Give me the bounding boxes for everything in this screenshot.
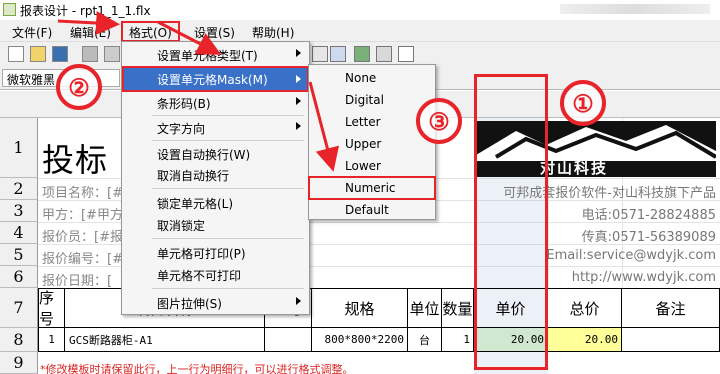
menu-item-unlock[interactable]: 取消锁定	[122, 214, 309, 235]
report-title: 投标	[42, 141, 109, 179]
menu-item-printable[interactable]: 单元格可打印(P)	[122, 242, 309, 263]
header-cell-qty[interactable]: 数量	[442, 288, 474, 328]
cell-qty[interactable]: 1	[442, 328, 474, 352]
menu-item-label: 设置单元格类型(T)	[157, 49, 258, 63]
menu-item-label: 图片拉伸(S)	[157, 297, 222, 311]
menu-settings[interactable]: 设置(S)	[190, 23, 239, 40]
format-menu-dropdown: 设置单元格类型(T) 设置单元格Mask(M) 条形码(B) 文字方向 设置自动…	[121, 41, 310, 315]
menu-item-not-printable[interactable]: 单元格不可打印	[122, 264, 309, 285]
annotation-marker-3: ③	[416, 98, 462, 144]
menu-item-label: 设置单元格Mask(M)	[157, 73, 268, 87]
annotation-marker-1: ①	[560, 80, 606, 126]
mask-option-digital[interactable]: Digital	[309, 89, 435, 111]
row-header[interactable]: 7	[0, 288, 38, 328]
menu-item-cell-type[interactable]: 设置单元格类型(T)	[122, 44, 309, 65]
properties-icon[interactable]	[376, 46, 392, 62]
header-cell-total[interactable]: 总价	[548, 288, 622, 328]
template-warning: *修改模板时请保留此行，上一行为明细行，可以进行格式调整。	[40, 363, 354, 374]
menu-separator	[152, 140, 304, 141]
cell-seq[interactable]: 1	[38, 328, 65, 352]
phone-text: 电话:0571-28824885	[581, 208, 716, 223]
insert-row-icon[interactable]	[312, 46, 328, 62]
row-header[interactable]: 5	[0, 244, 38, 266]
mask-option-numeric[interactable]: Numeric	[308, 176, 436, 200]
mask-submenu: None Digital Letter Upper Lower Numeric …	[308, 64, 436, 220]
menu-item-cancel-wrap[interactable]: 取消自动换行	[122, 164, 309, 185]
cell-remark[interactable]	[622, 328, 720, 352]
menu-item-image-stretch[interactable]: 图片拉伸(S)	[122, 292, 309, 313]
row-header[interactable]: 2	[0, 178, 38, 200]
print-icon[interactable]	[82, 46, 98, 62]
mask-option-upper[interactable]: Upper	[309, 133, 435, 155]
row-header[interactable]: 8	[0, 328, 38, 352]
row-header[interactable]: 1	[0, 118, 38, 178]
menu-separator	[152, 115, 304, 116]
menu-separator	[152, 288, 304, 289]
party-a-label: 甲方：[#甲方	[42, 208, 123, 223]
help-icon[interactable]	[398, 46, 414, 62]
annotation-marker-2: ②	[56, 64, 102, 110]
menu-bar: 文件(F) 编辑(E) 格式(O) 设置(S) 帮助(H)	[0, 20, 720, 42]
new-icon[interactable]	[8, 46, 24, 62]
title-bar-blur	[560, 4, 710, 14]
fax-text: 传真:0571-56389089	[581, 230, 716, 245]
cell-total[interactable]: 20.00	[548, 328, 622, 352]
annotation-column-box	[474, 74, 548, 370]
row-header[interactable]: 4	[0, 222, 38, 244]
image-icon[interactable]	[354, 46, 370, 62]
website-text: http://www.wdyjk.com	[571, 270, 716, 285]
mask-option-none[interactable]: None	[309, 67, 435, 89]
menu-help[interactable]: 帮助(H)	[248, 23, 298, 40]
menu-item-lock-cell[interactable]: 锁定单元格(L)	[122, 192, 309, 213]
window-title: 报表设计 - rpt1_1_1.flx	[20, 4, 151, 18]
menu-item-text-direction[interactable]: 文字方向	[122, 117, 309, 138]
submenu-arrow-icon	[296, 122, 301, 130]
mask-option-lower[interactable]: Lower	[309, 155, 435, 177]
app-icon	[3, 3, 16, 16]
menu-item-cell-mask[interactable]: 设置单元格Mask(M)	[122, 66, 309, 92]
menu-file[interactable]: 文件(F)	[8, 23, 56, 40]
header-cell-remark[interactable]: 备注	[622, 288, 720, 328]
menu-item-auto-wrap[interactable]: 设置自动换行(W)	[122, 143, 309, 164]
quoter-label: 报价员：[#报	[42, 230, 123, 245]
email-text: Email:service@wdyjk.com	[546, 248, 716, 263]
menu-item-label: 条形码(B)	[157, 97, 211, 111]
cell-model[interactable]	[265, 328, 312, 352]
header-cell-spec[interactable]: 规格	[312, 288, 408, 328]
cell-unit[interactable]: 台	[408, 328, 442, 352]
cell-spec[interactable]: 800*800*2200	[312, 328, 408, 352]
submenu-arrow-icon	[296, 75, 301, 83]
print-preview-icon[interactable]	[104, 46, 120, 62]
menu-edit[interactable]: 编辑(E)	[66, 23, 115, 40]
row-header[interactable]: 9	[0, 352, 38, 374]
title-bar: 报表设计 - rpt1_1_1.flx	[0, 0, 720, 20]
submenu-arrow-icon	[296, 297, 301, 305]
toolbar	[0, 42, 720, 66]
insert-column-icon[interactable]	[330, 46, 346, 62]
menu-item-label: 文字方向	[157, 122, 206, 136]
quote-number-label: 报价编号：[#	[42, 252, 123, 267]
open-icon[interactable]	[30, 46, 46, 62]
row-header[interactable]: 6	[0, 266, 38, 288]
cell-name[interactable]: GCS断路器柜-A1	[65, 328, 265, 352]
header-cell-seq[interactable]: 序号	[38, 288, 65, 328]
logo-text: 对山科技	[540, 159, 609, 177]
save-icon[interactable]	[52, 46, 68, 62]
menu-format[interactable]: 格式(O)	[121, 21, 180, 42]
mask-option-default[interactable]: Default	[309, 199, 435, 221]
project-name-label: 项目名称：[#	[42, 186, 123, 201]
menu-separator	[152, 238, 304, 239]
submenu-arrow-icon	[296, 49, 301, 57]
submenu-arrow-icon	[296, 97, 301, 105]
row-header[interactable]: 3	[0, 200, 38, 222]
menu-separator	[152, 188, 304, 189]
menu-item-barcode[interactable]: 条形码(B)	[122, 92, 309, 113]
header-cell-unit[interactable]: 单位	[408, 288, 442, 328]
